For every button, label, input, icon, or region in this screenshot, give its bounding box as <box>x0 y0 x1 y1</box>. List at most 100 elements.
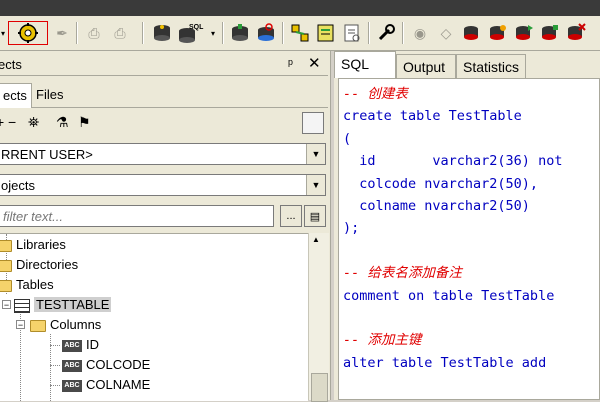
edit-script-icon[interactable] <box>314 21 338 45</box>
tree-node-column-colcode[interactable]: ABC COLCODE <box>62 355 150 375</box>
object-browser-panel: ects ᵖ ✕ ects Files + − ⛯ ⚗ ⚑ RRENT USER… <box>0 51 331 402</box>
tree-line <box>50 365 60 366</box>
toolbar-separator <box>142 22 144 44</box>
sql-editor[interactable]: -- 创建表 create table TestTable ( id varchar… <box>338 78 600 400</box>
sql-code-line: id varchar2(36) not <box>343 153 563 170</box>
chevron-down-icon[interactable]: ▾ <box>208 21 218 45</box>
option-box[interactable] <box>302 112 324 134</box>
scrollbar-thumb[interactable] <box>311 373 328 402</box>
tab-output[interactable]: Output <box>396 54 456 78</box>
eraser-icon[interactable]: ◇ <box>434 21 458 45</box>
sql-code-line: ); <box>343 220 360 237</box>
tree-node-label: Columns <box>50 317 102 332</box>
sql-code-line: comment on table TestTable <box>343 287 555 304</box>
execute-button[interactable] <box>8 21 48 45</box>
sql-code-line: create table TestTable <box>343 108 522 125</box>
object-type-combo[interactable]: ojects ▼ <box>0 174 326 196</box>
tree-line <box>50 345 60 346</box>
db-refresh-icon[interactable] <box>254 21 278 45</box>
sql-code-line: colcode nvarchar2(50), <box>343 175 539 192</box>
tab-sql[interactable]: SQL <box>334 51 396 78</box>
toolbar-separator <box>402 22 404 44</box>
object-tree: Libraries Directories Tables − TESTTABLE… <box>0 233 308 401</box>
print-icon[interactable]: ⎙ <box>82 21 106 45</box>
object-tabs: ects Files <box>0 83 328 108</box>
tab-statistics[interactable]: Statistics <box>456 54 526 78</box>
sql-comment-line: -- 添加主键 <box>343 332 422 349</box>
tree-node-label: Libraries <box>16 237 66 252</box>
scroll-up-icon[interactable]: ▲ <box>312 235 320 244</box>
dropdown-arrow-icon[interactable]: ▾ <box>0 21 6 45</box>
panel-title: ects <box>0 57 22 72</box>
sql-comment-line: -- 给表名添加备注 <box>343 265 462 282</box>
sql-code-line: alter table TestTable add <box>343 354 547 371</box>
toolbar-separator <box>282 22 284 44</box>
column-abc-icon: ABC <box>62 379 82 392</box>
folder-open-icon <box>0 279 12 292</box>
filter-browse-button[interactable]: ... <box>280 205 302 227</box>
tree-line <box>50 385 60 386</box>
db-red-plug-icon[interactable] <box>486 21 510 45</box>
tree-node-directories[interactable]: Directories <box>0 255 78 275</box>
folder-icon <box>0 239 12 252</box>
sql-code-line: colname nvarchar2(50) <box>343 198 530 214</box>
tree-node-label: TESTTABLE <box>34 297 112 312</box>
filter-options-icon[interactable]: ▤ <box>304 205 326 227</box>
tree-node-column-id[interactable]: ABC ID <box>62 335 99 355</box>
user-combo[interactable]: RRENT USER> ▼ <box>0 143 326 165</box>
sql-window: SQL Output Statistics -- 创建表 create table… <box>334 51 600 400</box>
pen-icon[interactable]: ✒ <box>50 21 74 45</box>
table-icon <box>14 298 30 313</box>
user-combo-value: RRENT USER> <box>1 147 93 162</box>
wrench-icon[interactable] <box>374 21 398 45</box>
tree-node-tables[interactable]: Tables <box>0 275 54 295</box>
sql-badge: SQL <box>189 24 204 31</box>
toolbar-separator <box>222 22 224 44</box>
window-title-strip <box>0 0 600 16</box>
filter-input[interactable]: filter text... <box>0 205 274 227</box>
filter-placeholder: filter text... <box>3 209 63 224</box>
tab-objects[interactable]: ects <box>0 83 32 108</box>
tree-node-label: ID <box>86 337 99 352</box>
db-red-green-icon[interactable] <box>538 21 562 45</box>
filter-icon[interactable]: ⚗ <box>56 114 69 131</box>
debug-icon[interactable]: ◉ <box>408 21 432 45</box>
document-icon[interactable] <box>340 21 364 45</box>
sql-comment-line: -- 创建表 <box>343 86 408 102</box>
tree-node-column-colname[interactable]: ABC COLNAME <box>62 375 150 395</box>
minus-icon[interactable]: − <box>8 114 16 130</box>
folder-icon <box>0 259 12 272</box>
binoculars-icon[interactable]: ⛯ <box>28 114 39 131</box>
schema-icon[interactable] <box>288 21 312 45</box>
tree-scrollbar[interactable]: ▲ <box>308 233 329 402</box>
db-red-icon[interactable] <box>460 21 484 45</box>
chevron-down-icon[interactable]: ▼ <box>306 144 325 164</box>
close-icon[interactable]: ✕ <box>308 54 321 72</box>
db-blue-icon[interactable] <box>228 21 252 45</box>
db-icon[interactable] <box>150 21 174 45</box>
collapse-icon[interactable]: − <box>2 300 11 310</box>
main-toolbar: ▾ ✒ ⎙ ⎙ SQL ▾ ◉ ◇ <box>0 16 600 51</box>
tree-node-testtable[interactable]: TESTTABLE <box>14 295 112 315</box>
tree-node-label: COLNAME <box>86 377 151 392</box>
tree-node-label: COLCODE <box>86 357 151 372</box>
column-abc-icon: ABC <box>62 339 82 352</box>
db-sql-icon[interactable]: SQL <box>176 21 206 45</box>
tree-node-libraries[interactable]: Libraries <box>0 235 66 255</box>
tree-node-columns[interactable]: Columns <box>30 315 101 335</box>
pin-icon[interactable]: ᵖ <box>288 56 293 71</box>
panel-title-bar: ects ᵖ ✕ <box>0 53 328 76</box>
chevron-down-icon[interactable]: ▼ <box>306 175 325 195</box>
filter-edit-icon[interactable]: ⚑ <box>78 114 91 131</box>
tree-node-label: Directories <box>16 257 79 272</box>
tab-files[interactable]: Files <box>30 83 69 106</box>
object-type-combo-value: ojects <box>1 178 35 193</box>
execute-gear-icon <box>18 23 38 43</box>
folder-open-icon <box>30 319 46 332</box>
db-red-x-icon[interactable] <box>564 21 588 45</box>
collapse-icon[interactable]: − <box>16 320 25 330</box>
db-red-arrow-icon[interactable] <box>512 21 536 45</box>
printer-disabled-icon[interactable]: ⎙ <box>108 21 132 45</box>
add-icon[interactable]: + <box>0 114 4 130</box>
object-icon-row: + − ⛯ ⚗ ⚑ <box>0 111 328 135</box>
